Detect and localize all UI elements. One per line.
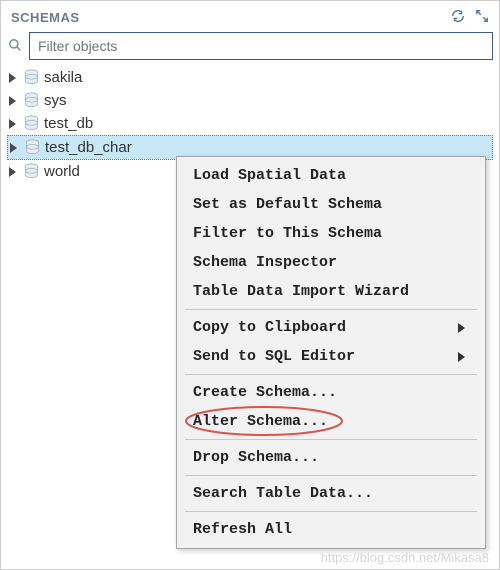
- menu-item-search-table-data[interactable]: Search Table Data...: [179, 479, 483, 508]
- menu-item-create-schema[interactable]: Create Schema...: [179, 378, 483, 407]
- menu-label: Refresh All: [193, 521, 292, 538]
- menu-label: Drop Schema...: [193, 449, 319, 466]
- submenu-arrow-icon: [458, 323, 465, 333]
- menu-label: Search Table Data...: [193, 485, 373, 502]
- context-menu: Load Spatial Data Set as Default Schema Fi…: [176, 156, 486, 549]
- schema-label: sakila: [44, 69, 82, 86]
- database-icon: [22, 69, 40, 86]
- database-icon: [22, 163, 40, 180]
- search-row: [7, 32, 493, 60]
- panel-title: SCHEMAS: [11, 10, 80, 25]
- menu-item-filter-to-this-schema[interactable]: Filter to This Schema: [179, 219, 483, 248]
- watermark: https://blog.csdn.net/Mikasa8: [321, 550, 489, 565]
- menu-label: Alter Schema...: [193, 413, 328, 430]
- database-icon: [22, 115, 40, 132]
- menu-separator: [185, 475, 477, 476]
- search-icon: [7, 38, 23, 55]
- schema-item-sakila[interactable]: sakila: [7, 66, 493, 89]
- menu-label: Table Data Import Wizard: [193, 283, 409, 300]
- menu-label: Schema Inspector: [193, 254, 337, 271]
- schema-item-test-db[interactable]: test_db: [7, 112, 493, 135]
- menu-item-load-spatial-data[interactable]: Load Spatial Data: [179, 161, 483, 190]
- menu-item-send-to-sql-editor[interactable]: Send to SQL Editor: [179, 342, 483, 371]
- expand-arrow-icon[interactable]: [9, 167, 16, 177]
- schema-label: test_db_char: [45, 139, 132, 156]
- expand-arrow-icon[interactable]: [9, 96, 16, 106]
- menu-label: Set as Default Schema: [193, 196, 382, 213]
- expand-icon[interactable]: [475, 9, 489, 26]
- menu-separator: [185, 374, 477, 375]
- schema-label: world: [44, 163, 80, 180]
- menu-item-schema-inspector[interactable]: Schema Inspector: [179, 248, 483, 277]
- header-icons: [451, 9, 489, 26]
- schema-label: test_db: [44, 115, 93, 132]
- expand-arrow-icon[interactable]: [10, 143, 17, 153]
- menu-item-table-data-import-wizard[interactable]: Table Data Import Wizard: [179, 277, 483, 306]
- menu-item-copy-to-clipboard[interactable]: Copy to Clipboard: [179, 313, 483, 342]
- menu-item-set-as-default-schema[interactable]: Set as Default Schema: [179, 190, 483, 219]
- menu-separator: [185, 511, 477, 512]
- menu-label: Send to SQL Editor: [193, 348, 355, 365]
- expand-arrow-icon[interactable]: [9, 119, 16, 129]
- menu-separator: [185, 309, 477, 310]
- schema-label: sys: [44, 92, 67, 109]
- expand-arrow-icon[interactable]: [9, 73, 16, 83]
- menu-item-alter-schema[interactable]: Alter Schema...: [179, 407, 483, 436]
- filter-input[interactable]: [29, 32, 493, 60]
- menu-item-drop-schema[interactable]: Drop Schema...: [179, 443, 483, 472]
- menu-separator: [185, 439, 477, 440]
- submenu-arrow-icon: [458, 352, 465, 362]
- schema-item-sys[interactable]: sys: [7, 89, 493, 112]
- menu-label: Filter to This Schema: [193, 225, 382, 242]
- refresh-icon[interactable]: [451, 9, 465, 26]
- menu-label: Load Spatial Data: [193, 167, 346, 184]
- database-icon: [22, 92, 40, 109]
- database-icon: [23, 139, 41, 156]
- menu-label: Create Schema...: [193, 384, 337, 401]
- menu-label: Copy to Clipboard: [193, 319, 346, 336]
- menu-item-refresh-all[interactable]: Refresh All: [179, 515, 483, 544]
- panel-header: SCHEMAS: [7, 7, 493, 32]
